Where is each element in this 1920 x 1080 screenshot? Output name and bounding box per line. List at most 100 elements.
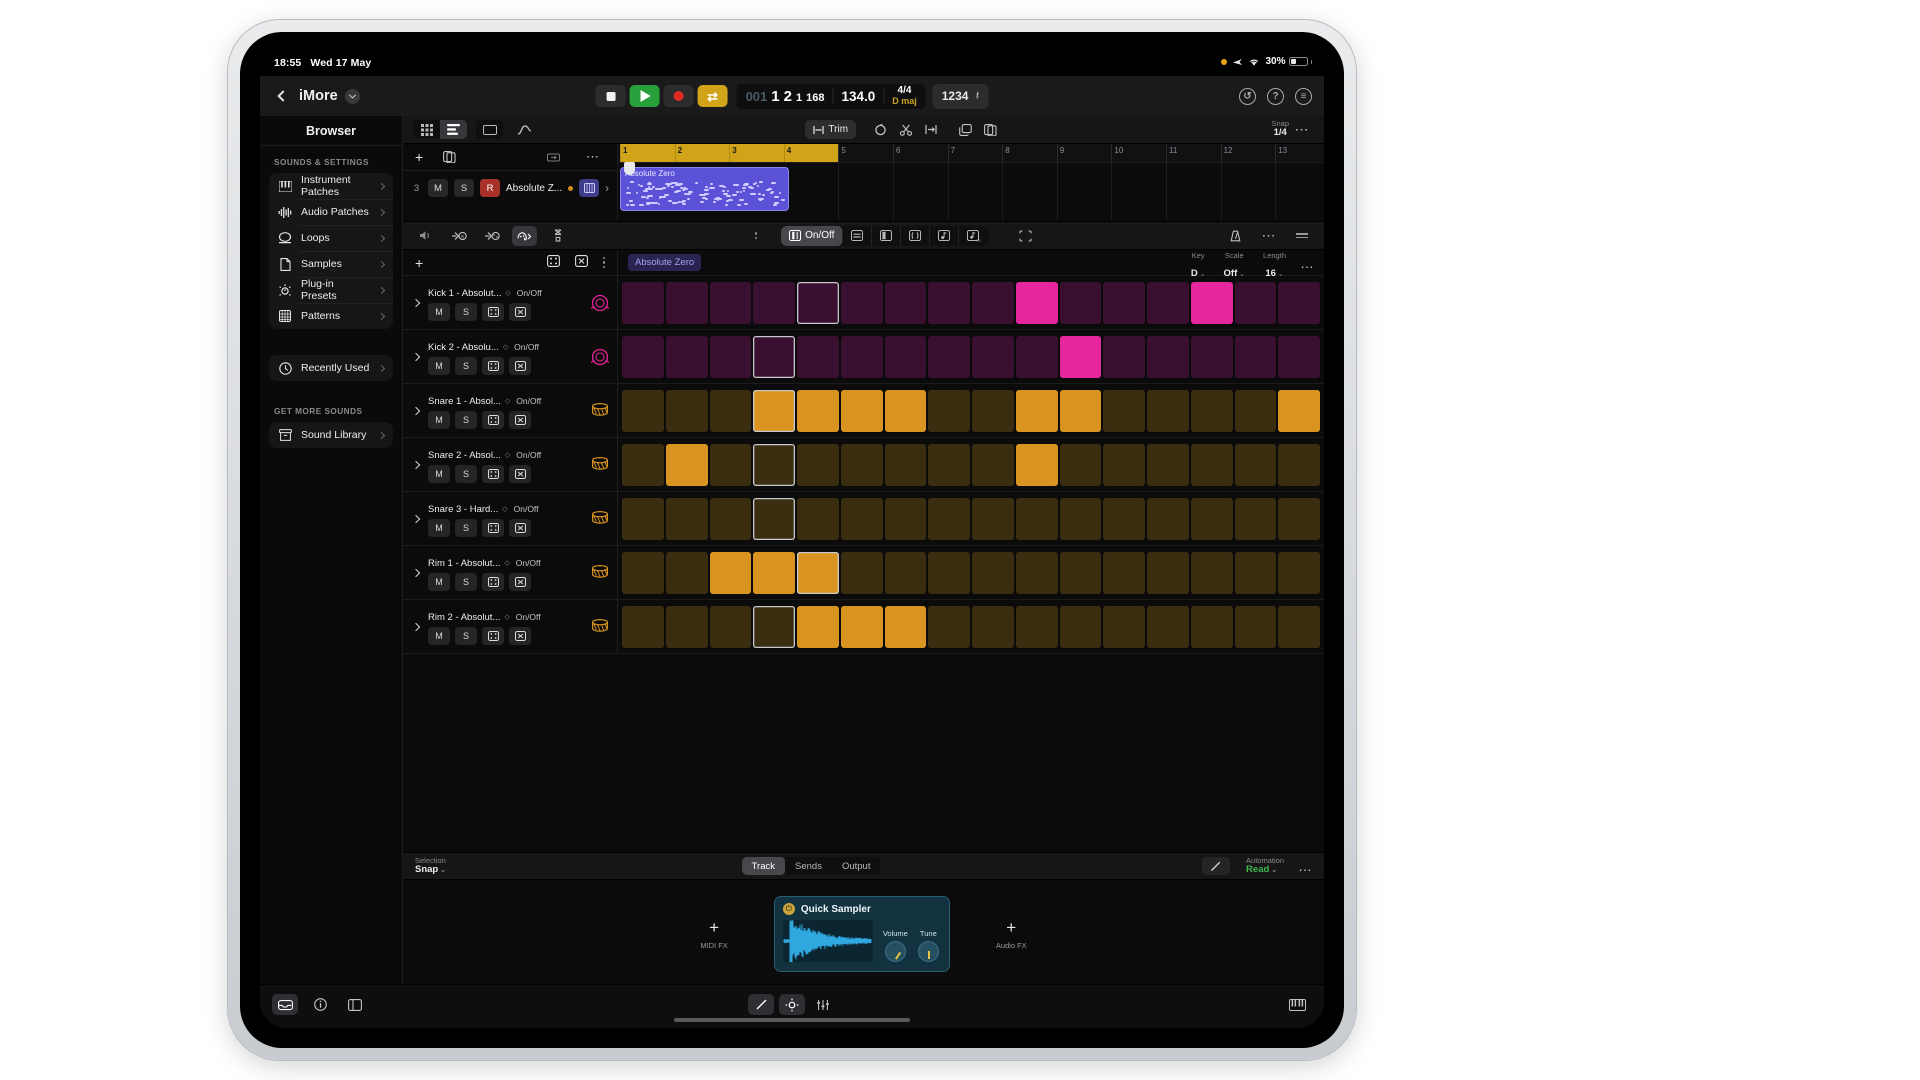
step-cell[interactable] [1191, 444, 1233, 486]
track-solo-button[interactable]: S [454, 179, 474, 197]
step-cell[interactable] [1191, 336, 1233, 378]
row-name[interactable]: Kick 2 - Absolu... [428, 342, 499, 353]
step-cell[interactable] [797, 606, 839, 648]
sidebar-item-instrument-patches[interactable]: Instrument Patches [269, 173, 393, 199]
snare-drum-icon[interactable] [583, 402, 617, 419]
step-cell[interactable] [1060, 498, 1102, 540]
settings-icon[interactable]: ≡ [1295, 88, 1312, 105]
randomize-dice-icon[interactable] [547, 254, 560, 272]
row-expand-chevron-right-icon[interactable] [403, 516, 428, 522]
row-options-icon[interactable] [603, 257, 606, 269]
brightness-icon[interactable] [779, 994, 805, 1015]
row-solo-button[interactable]: S [455, 465, 477, 483]
row-menu-icon[interactable]: ◇ [503, 343, 508, 351]
step-cell[interactable] [1016, 336, 1058, 378]
velocity-dots-icon[interactable] [755, 232, 758, 239]
row-randomize-dice-icon[interactable] [482, 357, 504, 375]
row-menu-icon[interactable]: ◇ [502, 505, 507, 513]
inspector-more-icon[interactable]: … [1298, 858, 1312, 874]
step-cell[interactable] [622, 552, 664, 594]
automation-control[interactable]: Automation Read ⌄ [1246, 857, 1284, 876]
pattern-icon[interactable] [512, 226, 537, 246]
row-mute-button[interactable]: M [428, 411, 450, 429]
row-menu-icon[interactable]: ◇ [505, 451, 510, 459]
bar-ruler[interactable]: 1 2 3 4 5 6 7 8 9 10 11 12 13 [618, 144, 1324, 162]
row-mute-button[interactable]: M [428, 627, 450, 645]
step-cell[interactable] [1278, 498, 1320, 540]
step-cell[interactable] [1235, 336, 1277, 378]
cycle-button[interactable]: ⇄ [698, 85, 728, 107]
tune-knob[interactable] [918, 941, 939, 962]
sidebar-item-plugin-presets[interactable]: Plug-in Presets [269, 277, 393, 303]
step-cell[interactable] [841, 606, 883, 648]
step-cell[interactable] [972, 444, 1014, 486]
playhead[interactable] [624, 162, 635, 175]
step-cell[interactable] [797, 336, 839, 378]
row-solo-button[interactable]: S [455, 627, 477, 645]
lcd-display[interactable]: 001 1 2 1 168 134.0 4/4 D maj [737, 84, 926, 109]
keyboard-icon[interactable] [1284, 994, 1310, 1015]
project-key[interactable]: D maj [892, 97, 917, 106]
step-cell[interactable] [797, 552, 839, 594]
step-cell[interactable] [885, 282, 927, 324]
row-mute-button[interactable]: M [428, 357, 450, 375]
speaker-icon[interactable] [413, 226, 438, 246]
row-randomize-dice-icon[interactable] [482, 411, 504, 429]
step-cell[interactable] [797, 498, 839, 540]
step-cell[interactable] [622, 606, 664, 648]
tune-knob-control[interactable]: Tune [918, 929, 939, 962]
mode-gate-button[interactable] [872, 226, 901, 246]
step-cell[interactable] [1060, 444, 1102, 486]
step-cell[interactable] [753, 606, 795, 648]
copy-icon[interactable] [953, 120, 978, 139]
sidebar-item-recently-used[interactable]: Recently Used [269, 355, 393, 381]
row-mute-button[interactable]: M [428, 303, 450, 321]
step-cell[interactable] [622, 336, 664, 378]
step-cell[interactable] [1147, 606, 1189, 648]
step-cell[interactable] [710, 498, 752, 540]
mixer-icon[interactable] [810, 994, 836, 1015]
snare-drum-icon[interactable] [583, 618, 617, 635]
panel-icon[interactable] [342, 994, 368, 1015]
step-cell[interactable] [622, 444, 664, 486]
row-solo-button[interactable]: S [455, 573, 477, 591]
step-cell[interactable] [1103, 606, 1145, 648]
single-view-icon[interactable] [476, 120, 503, 139]
step-cell[interactable] [1103, 390, 1145, 432]
pencil-tool-icon[interactable] [748, 994, 774, 1015]
step-cell[interactable] [1060, 282, 1102, 324]
step-cell[interactable] [622, 498, 664, 540]
volume-knob-control[interactable]: Volume [883, 929, 908, 962]
track-expand-chevron[interactable]: › [605, 181, 609, 195]
row-expand-chevron-right-icon[interactable] [403, 462, 428, 468]
sample-waveform[interactable] [783, 920, 873, 962]
sidebar-item-loops[interactable]: Loops [269, 225, 393, 251]
step-cell[interactable] [710, 336, 752, 378]
row-expand-chevron-right-icon[interactable] [403, 354, 428, 360]
step-cell[interactable] [1191, 552, 1233, 594]
row-name[interactable]: Snare 3 - Hard... [428, 504, 498, 515]
step-cell[interactable] [1191, 282, 1233, 324]
step-cell[interactable] [841, 444, 883, 486]
track-record-button[interactable]: R [480, 179, 500, 197]
metronome-icon[interactable] [1223, 226, 1248, 246]
step-cell[interactable] [1147, 282, 1189, 324]
row-name[interactable]: Rim 1 - Absolut... [428, 558, 500, 569]
snare-drum-icon[interactable] [583, 456, 617, 473]
play-button[interactable] [630, 85, 660, 107]
row-expand-chevron-right-icon[interactable] [403, 408, 428, 414]
step-cell[interactable] [841, 498, 883, 540]
step-cell[interactable] [1060, 552, 1102, 594]
step-cell[interactable] [1103, 336, 1145, 378]
step-cell[interactable] [928, 282, 970, 324]
step-cell[interactable] [1060, 336, 1102, 378]
row-randomize-dice-icon[interactable] [482, 627, 504, 645]
midi-region[interactable]: Absolute Zero [620, 167, 789, 211]
track-lane[interactable]: Absolute Zero [618, 162, 1324, 221]
step-cell[interactable] [1103, 552, 1145, 594]
step-cell[interactable] [972, 552, 1014, 594]
step-cell[interactable] [972, 282, 1014, 324]
step-cell[interactable] [1016, 444, 1058, 486]
step-cell[interactable] [972, 498, 1014, 540]
back-button[interactable] [272, 83, 294, 109]
